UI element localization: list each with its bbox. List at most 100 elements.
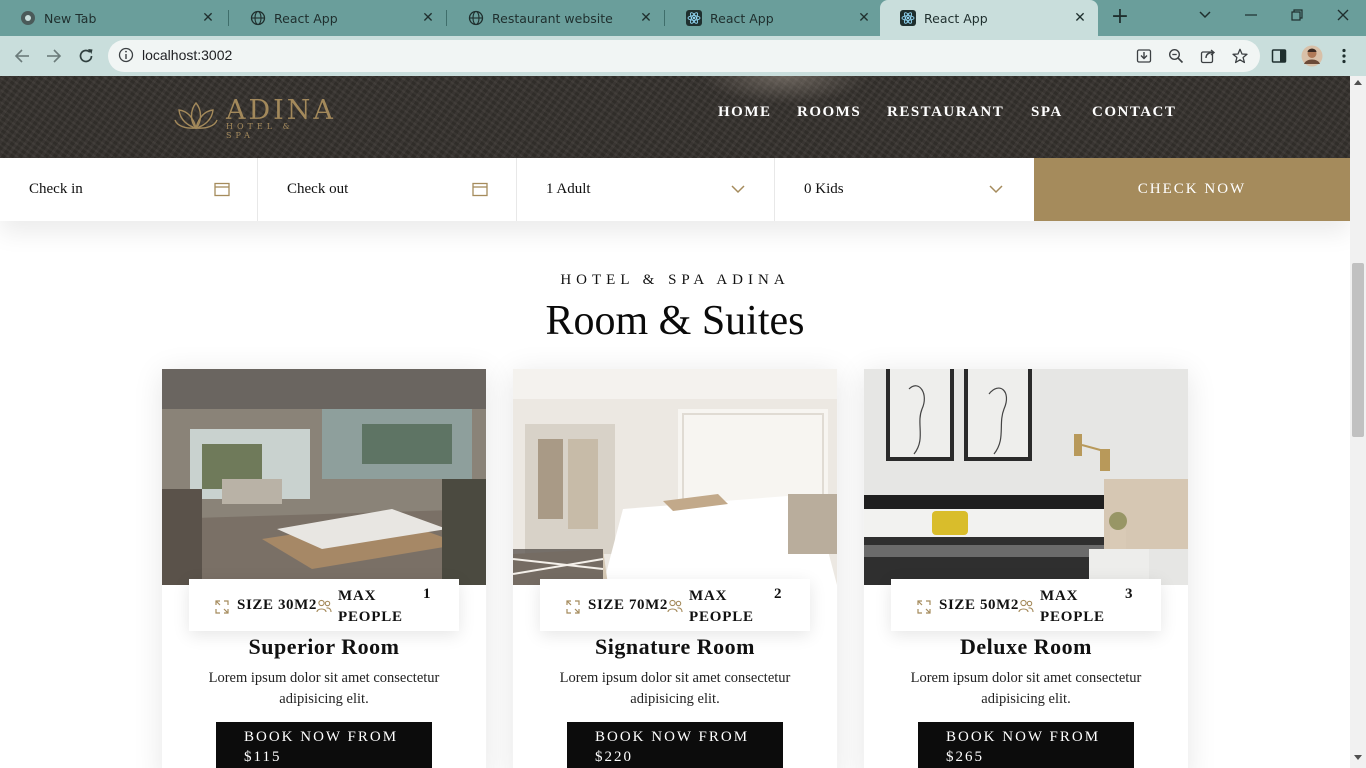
tab-react-app-active[interactable]: React App ✕ xyxy=(880,0,1098,36)
section-title: Room & Suites xyxy=(545,298,805,344)
checkin-label: Check in xyxy=(29,181,83,197)
scrollbar-thumb[interactable] xyxy=(1352,263,1364,437)
new-tab-button[interactable]: + xyxy=(1108,6,1132,30)
people-icon xyxy=(667,598,683,614)
book-price: $265 xyxy=(946,749,984,765)
nav-restaurant[interactable]: RESTAURANT xyxy=(887,104,1004,121)
chevron-down-icon xyxy=(730,181,746,197)
room-card: SIZE 50M2 MAX PEOPLE 3 Deluxe Room Lorem… xyxy=(864,369,1188,768)
room-size: SIZE 70M2 xyxy=(588,597,668,613)
bookmark-star-icon[interactable] xyxy=(1230,46,1250,66)
close-icon[interactable]: ✕ xyxy=(200,10,216,26)
room-photo xyxy=(864,369,1188,585)
reload-button[interactable] xyxy=(74,44,98,68)
tab-strip: New Tab ✕ React App ✕ Restaurant website… xyxy=(0,0,1366,36)
menu-kebab-icon[interactable] xyxy=(1333,45,1355,67)
max-people-label: MAX PEOPLE xyxy=(689,588,754,625)
scroll-up-arrow[interactable] xyxy=(1354,80,1362,85)
react-icon xyxy=(686,10,702,26)
back-button[interactable] xyxy=(10,44,34,68)
address-bar[interactable] xyxy=(108,40,1260,72)
install-icon[interactable] xyxy=(1134,46,1154,66)
kids-select[interactable]: 0 Kids xyxy=(775,158,1034,221)
scroll-down-arrow[interactable] xyxy=(1354,755,1362,760)
room-name: Signature Room xyxy=(595,634,755,659)
chrome-icon xyxy=(20,10,36,26)
book-now-button[interactable]: BOOK NOW FROM $265 xyxy=(918,722,1134,768)
tab-divider xyxy=(446,10,447,26)
site-logo[interactable]: ADINA HOTEL & SPA xyxy=(174,96,333,140)
tab-title: New Tab xyxy=(44,10,97,26)
room-photo xyxy=(513,369,837,585)
page-viewport: ADINA HOTEL & SPA HOME ROOMS RESTAURANT … xyxy=(0,76,1350,768)
tab-react-app-2[interactable]: React App ✕ xyxy=(666,0,882,36)
tab-title: React App xyxy=(274,10,338,26)
max-people-value: 1 xyxy=(423,586,431,602)
booking-bar: Check in Check out 1 Adult 0 Kids CHECK … xyxy=(0,158,1350,221)
url-text[interactable]: localhost:3002 xyxy=(142,47,232,63)
profile-avatar[interactable] xyxy=(1301,45,1323,67)
checkout-label: Check out xyxy=(287,181,349,197)
check-now-button[interactable]: CHECK NOW xyxy=(1034,158,1350,221)
tab-divider xyxy=(228,10,229,26)
adults-select[interactable]: 1 Adult xyxy=(517,158,775,221)
book-label: BOOK NOW FROM xyxy=(244,729,399,745)
book-price: $115 xyxy=(244,749,282,765)
restore-button[interactable] xyxy=(1274,0,1320,30)
close-icon[interactable]: ✕ xyxy=(638,10,654,26)
tab-title: Restaurant website xyxy=(492,10,613,26)
room-facts: SIZE 30M2 MAX PEOPLE 1 xyxy=(189,579,459,631)
close-window-button[interactable] xyxy=(1320,0,1366,30)
room-facts: SIZE 70M2 MAX PEOPLE 2 xyxy=(540,579,810,631)
globe-icon xyxy=(250,10,266,26)
room-size: SIZE 30M2 xyxy=(237,597,317,613)
nav-spa[interactable]: SPA xyxy=(1031,104,1063,121)
zoom-icon[interactable] xyxy=(1166,46,1186,66)
expand-icon xyxy=(917,599,931,614)
hero-header: ADINA HOTEL & SPA HOME ROOMS RESTAURANT … xyxy=(0,76,1350,158)
max-people-value: 3 xyxy=(1125,586,1133,602)
checkout-field[interactable]: Check out xyxy=(258,158,517,221)
book-label: BOOK NOW FROM xyxy=(946,729,1101,745)
close-icon[interactable]: ✕ xyxy=(856,10,872,26)
close-icon[interactable]: ✕ xyxy=(420,10,436,26)
room-description: Lorem ipsum dolor sit amet consectetur a… xyxy=(910,670,1142,707)
nav-rooms[interactable]: ROOMS xyxy=(797,104,861,121)
nav-contact[interactable]: CONTACT xyxy=(1092,104,1176,121)
book-now-button[interactable]: BOOK NOW FROM $220 xyxy=(567,722,783,768)
room-card: SIZE 30M2 MAX PEOPLE 1 Superior Room Lor… xyxy=(162,369,486,768)
people-icon xyxy=(1018,598,1034,614)
tab-restaurant-website[interactable]: Restaurant website ✕ xyxy=(448,0,664,36)
chevron-down-icon xyxy=(988,181,1004,197)
max-people-label: MAX PEOPLE xyxy=(338,588,403,625)
share-icon[interactable] xyxy=(1198,46,1218,66)
room-facts: SIZE 50M2 MAX PEOPLE 3 xyxy=(891,579,1161,631)
react-icon xyxy=(900,10,916,26)
room-description: Lorem ipsum dolor sit amet consectetur a… xyxy=(208,670,440,707)
side-panel-icon[interactable] xyxy=(1268,45,1290,67)
calendar-icon xyxy=(214,181,230,197)
checkin-field[interactable]: Check in xyxy=(0,158,258,221)
book-label: BOOK NOW FROM xyxy=(595,729,750,745)
book-price: $220 xyxy=(595,749,633,765)
tab-title: React App xyxy=(924,10,988,26)
max-people-value: 2 xyxy=(774,586,782,602)
minimize-button[interactable] xyxy=(1228,0,1274,30)
room-size: SIZE 50M2 xyxy=(939,597,1019,613)
max-people-label: MAX PEOPLE xyxy=(1040,588,1105,625)
forward-button[interactable] xyxy=(42,44,66,68)
room-description: Lorem ipsum dolor sit amet consectetur a… xyxy=(559,670,791,707)
book-now-button[interactable]: BOOK NOW FROM $115 xyxy=(216,722,432,768)
expand-icon xyxy=(215,599,229,614)
tab-new-tab[interactable]: New Tab ✕ xyxy=(0,0,226,36)
logo-subtitle: HOTEL & SPA xyxy=(226,122,294,140)
tab-react-app[interactable]: React App ✕ xyxy=(230,0,446,36)
tab-divider xyxy=(664,10,665,26)
close-icon[interactable]: ✕ xyxy=(1072,10,1088,26)
info-icon[interactable] xyxy=(118,47,134,63)
tab-search-button[interactable] xyxy=(1182,0,1228,30)
people-icon xyxy=(316,598,332,614)
kids-value: 0 Kids xyxy=(804,181,844,197)
nav-home[interactable]: HOME xyxy=(718,104,772,121)
lotus-logo-icon xyxy=(174,101,218,129)
